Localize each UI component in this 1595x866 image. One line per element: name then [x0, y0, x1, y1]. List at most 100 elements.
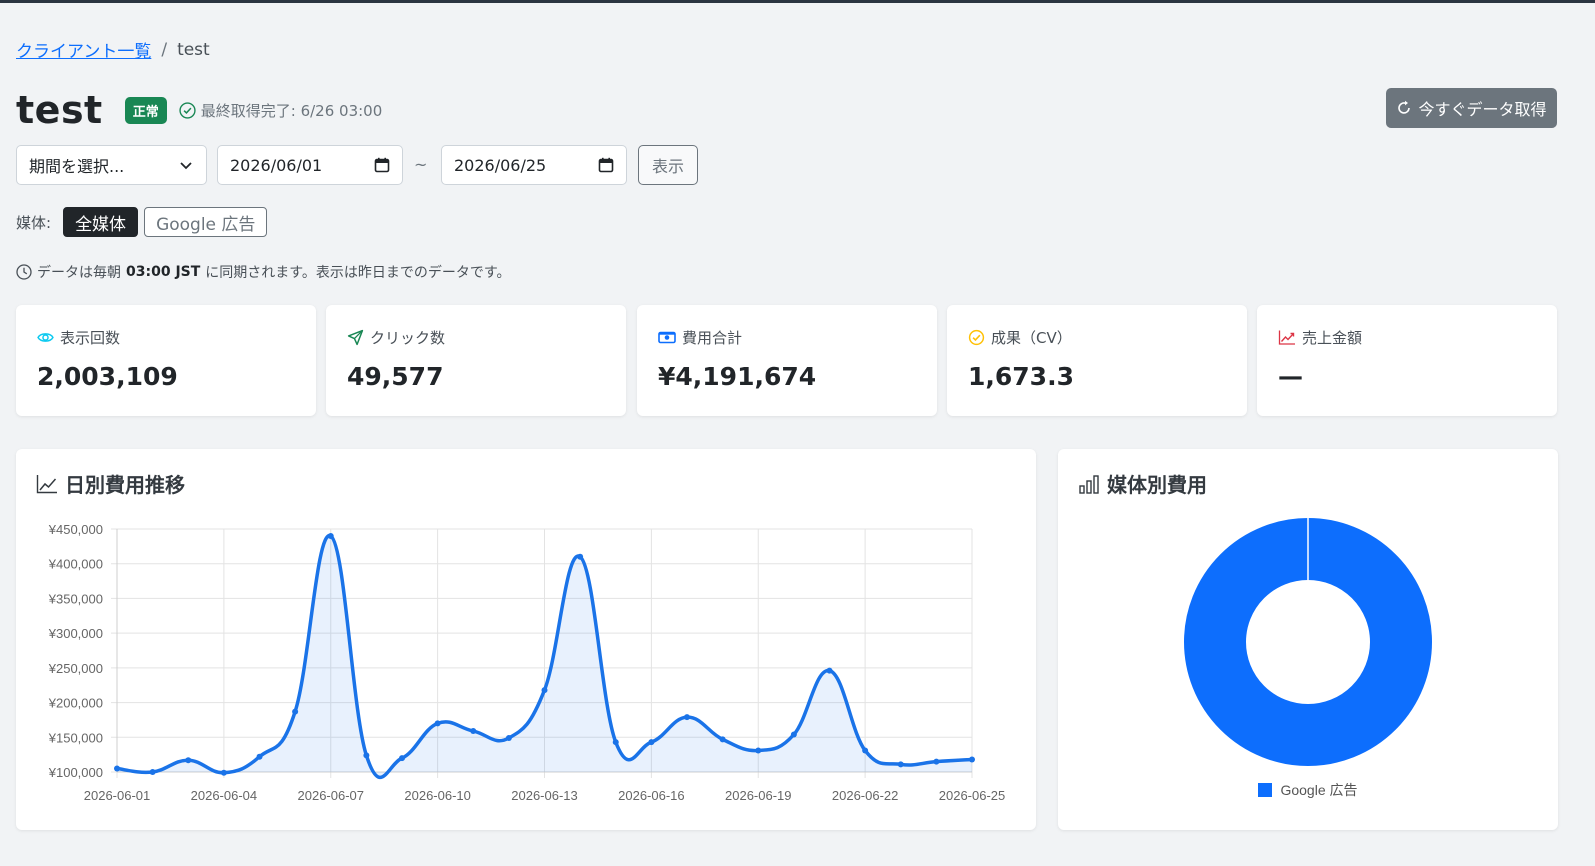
- data-point: [790, 731, 797, 738]
- kpi-impressions: 表示回数 2,003,109: [16, 305, 316, 416]
- daily-cost-card: 日別費用推移 ¥100,000 ¥150,000 ¥200,000 ¥250,000 ¥…: [16, 449, 1036, 830]
- data-point: [897, 761, 904, 768]
- last-fetch-text: 最終取得完了: 6/26 03:00: [200, 101, 383, 120]
- last-fetch-status: 最終取得完了: 6/26 03:00: [179, 100, 383, 121]
- graph-up-icon: [1278, 330, 1295, 345]
- cash-icon: [658, 331, 676, 344]
- media-option-all[interactable]: 全媒体: [63, 207, 139, 237]
- media-label: 媒体:: [16, 213, 52, 232]
- kpi-value: 2,003,109: [37, 362, 178, 391]
- status-badge: 正常: [124, 96, 167, 124]
- period-select[interactable]: 期間を選択...: [16, 145, 207, 185]
- date-range-separator: ~: [414, 155, 428, 174]
- eye-icon: [37, 333, 54, 342]
- kpi-value: —: [1278, 362, 1303, 391]
- media-filter: 媒体: 全媒体 Google 広告: [16, 207, 268, 237]
- kpi-value: 49,577: [347, 362, 444, 391]
- period-select-value: 期間を選択...: [29, 157, 125, 176]
- y-tick-label: ¥300,000: [48, 626, 103, 641]
- kpi-value: ¥4,191,674: [658, 362, 817, 391]
- chevron-down-icon: [180, 162, 192, 170]
- check-circle-icon: [968, 329, 985, 346]
- calendar-icon: [374, 157, 390, 173]
- data-point: [755, 747, 762, 754]
- kpi-label: 売上金額: [1302, 329, 1363, 347]
- x-tick-label: 2026-06-22: [832, 788, 899, 803]
- data-point: [363, 752, 370, 759]
- data-point: [684, 714, 690, 721]
- fetch-now-button[interactable]: 今すぐデータ取得: [1386, 88, 1557, 128]
- kpi-conversions: 成果（CV） 1,673.3: [947, 305, 1247, 416]
- data-point: [434, 720, 441, 727]
- x-tick-label: 2026-06-07: [298, 788, 365, 803]
- data-point: [826, 667, 833, 674]
- data-point: [399, 755, 405, 762]
- kpi-value: 1,673.3: [968, 362, 1074, 391]
- x-tick-label: 2026-06-13: [511, 788, 578, 803]
- x-tick-label: 2026-06-10: [404, 788, 471, 803]
- y-tick-label: ¥450,000: [48, 522, 103, 537]
- data-point: [933, 758, 940, 765]
- data-point: [577, 553, 584, 560]
- legend-swatch: [1258, 783, 1273, 797]
- data-point: [292, 708, 299, 715]
- y-tick-label: ¥150,000: [48, 730, 103, 745]
- sync-info-suffix: に同期されます。表示は昨日までのデータです。: [205, 265, 511, 281]
- kpi-cost: 費用合計 ¥4,191,674: [637, 305, 937, 416]
- sync-info-prefix: データは毎朝: [37, 265, 121, 281]
- data-point: [185, 757, 192, 764]
- data-point: [256, 753, 263, 760]
- x-tick-label: 2026-06-25: [939, 788, 1006, 803]
- data-point: [505, 734, 512, 741]
- media-cost-donut-chart: [1184, 518, 1432, 766]
- top-bar: [0, 0, 1595, 3]
- y-tick-label: ¥250,000: [48, 661, 103, 676]
- data-point: [719, 736, 726, 743]
- end-date-value: 2026/06/25: [454, 155, 547, 175]
- data-point: [114, 765, 120, 772]
- data-point: [220, 769, 227, 776]
- page-title: test: [16, 88, 103, 132]
- kpi-label: 表示回数: [60, 329, 121, 347]
- calendar-icon: [598, 157, 614, 173]
- kpi-clicks: クリック数 49,577: [326, 305, 626, 416]
- title-row: test 正常 最終取得完了: 6/26 03:00: [16, 88, 382, 132]
- y-tick-label: ¥400,000: [48, 557, 103, 572]
- breadcrumb-client-list-link[interactable]: クライアント一覧: [16, 37, 151, 62]
- data-point: [862, 747, 869, 754]
- legend-label: Google 広告: [1280, 782, 1358, 798]
- clock-icon: [16, 264, 32, 280]
- end-date-input[interactable]: 2026/06/25: [441, 145, 627, 185]
- media-option-google-ads[interactable]: Google 広告: [144, 207, 268, 237]
- show-button[interactable]: 表示: [638, 145, 698, 185]
- donut-legend: Google 広告: [1058, 780, 1558, 800]
- y-tick-label: ¥200,000: [48, 696, 103, 711]
- x-tick-label: 2026-06-01: [84, 788, 151, 803]
- y-tick-label: ¥100,000: [48, 765, 103, 780]
- daily-cost-line-chart: ¥100,000 ¥150,000 ¥200,000 ¥250,000 ¥300,000…: [48, 522, 1006, 803]
- start-date-value: 2026/06/01: [230, 155, 323, 175]
- x-tick-label: 2026-06-16: [618, 788, 685, 803]
- kpi-revenue: 売上金額 —: [1257, 305, 1557, 416]
- data-point: [149, 769, 156, 775]
- x-tick-label: 2026-06-19: [725, 788, 792, 803]
- kpi-label: クリック数: [370, 329, 446, 347]
- check-circle-icon: [179, 101, 196, 119]
- fetch-now-label: 今すぐデータ取得: [1418, 100, 1547, 119]
- sync-info-time: 03:00 JST: [126, 264, 201, 280]
- cursor-icon: [347, 329, 364, 346]
- y-tick-label: ¥350,000: [48, 591, 103, 606]
- sync-info: データは毎朝 03:00 JST に同期されます。表示は昨日までのデータです。: [16, 262, 510, 282]
- breadcrumb-separator: /: [161, 39, 168, 60]
- media-cost-card: 媒体別費用 Google 広告: [1058, 449, 1558, 830]
- data-point: [612, 739, 619, 746]
- kpi-label: 成果（CV）: [991, 329, 1072, 347]
- data-point: [541, 687, 548, 694]
- start-date-input[interactable]: 2026/06/01: [217, 145, 403, 185]
- data-point: [470, 728, 477, 735]
- kpi-label: 費用合計: [682, 329, 743, 347]
- data-point: [969, 756, 975, 763]
- data-point: [327, 532, 334, 539]
- refresh-icon: [1398, 100, 1411, 114]
- x-tick-label: 2026-06-04: [191, 788, 258, 803]
